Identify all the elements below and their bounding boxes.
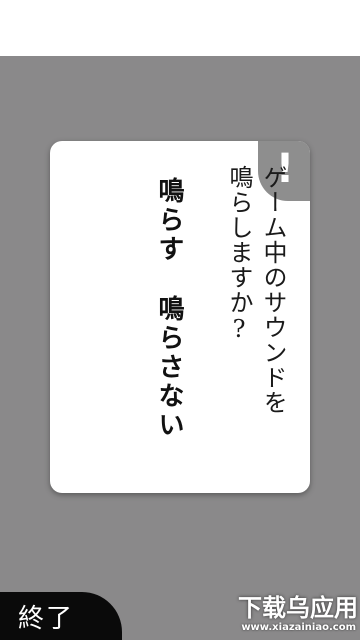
end-button[interactable]: 終了: [0, 592, 122, 640]
watermark: 下载乌应用 www.xiazainiao.com: [208, 594, 358, 638]
question-line-2: 鳴らしますか?: [225, 165, 253, 344]
sound-off-button[interactable]: 鳴らさない: [154, 295, 184, 440]
watermark-sub: www.xiazainiao.com: [241, 622, 356, 633]
sound-dialog-card: ! ゲーム中のサウンドを 鳴らしますか? 鳴らす 鳴らさない: [50, 141, 310, 493]
watermark-main: 下载乌应用: [238, 594, 358, 622]
sound-on-button[interactable]: 鳴らす: [154, 177, 184, 264]
footer-bar: 終了 下载乌应用 www.xiazainiao.com: [0, 592, 360, 640]
question-line-1: ゲーム中のサウンドを: [259, 165, 287, 415]
dialog-question: ゲーム中のサウンドを 鳴らしますか?: [200, 165, 290, 485]
status-bar: [0, 0, 360, 56]
